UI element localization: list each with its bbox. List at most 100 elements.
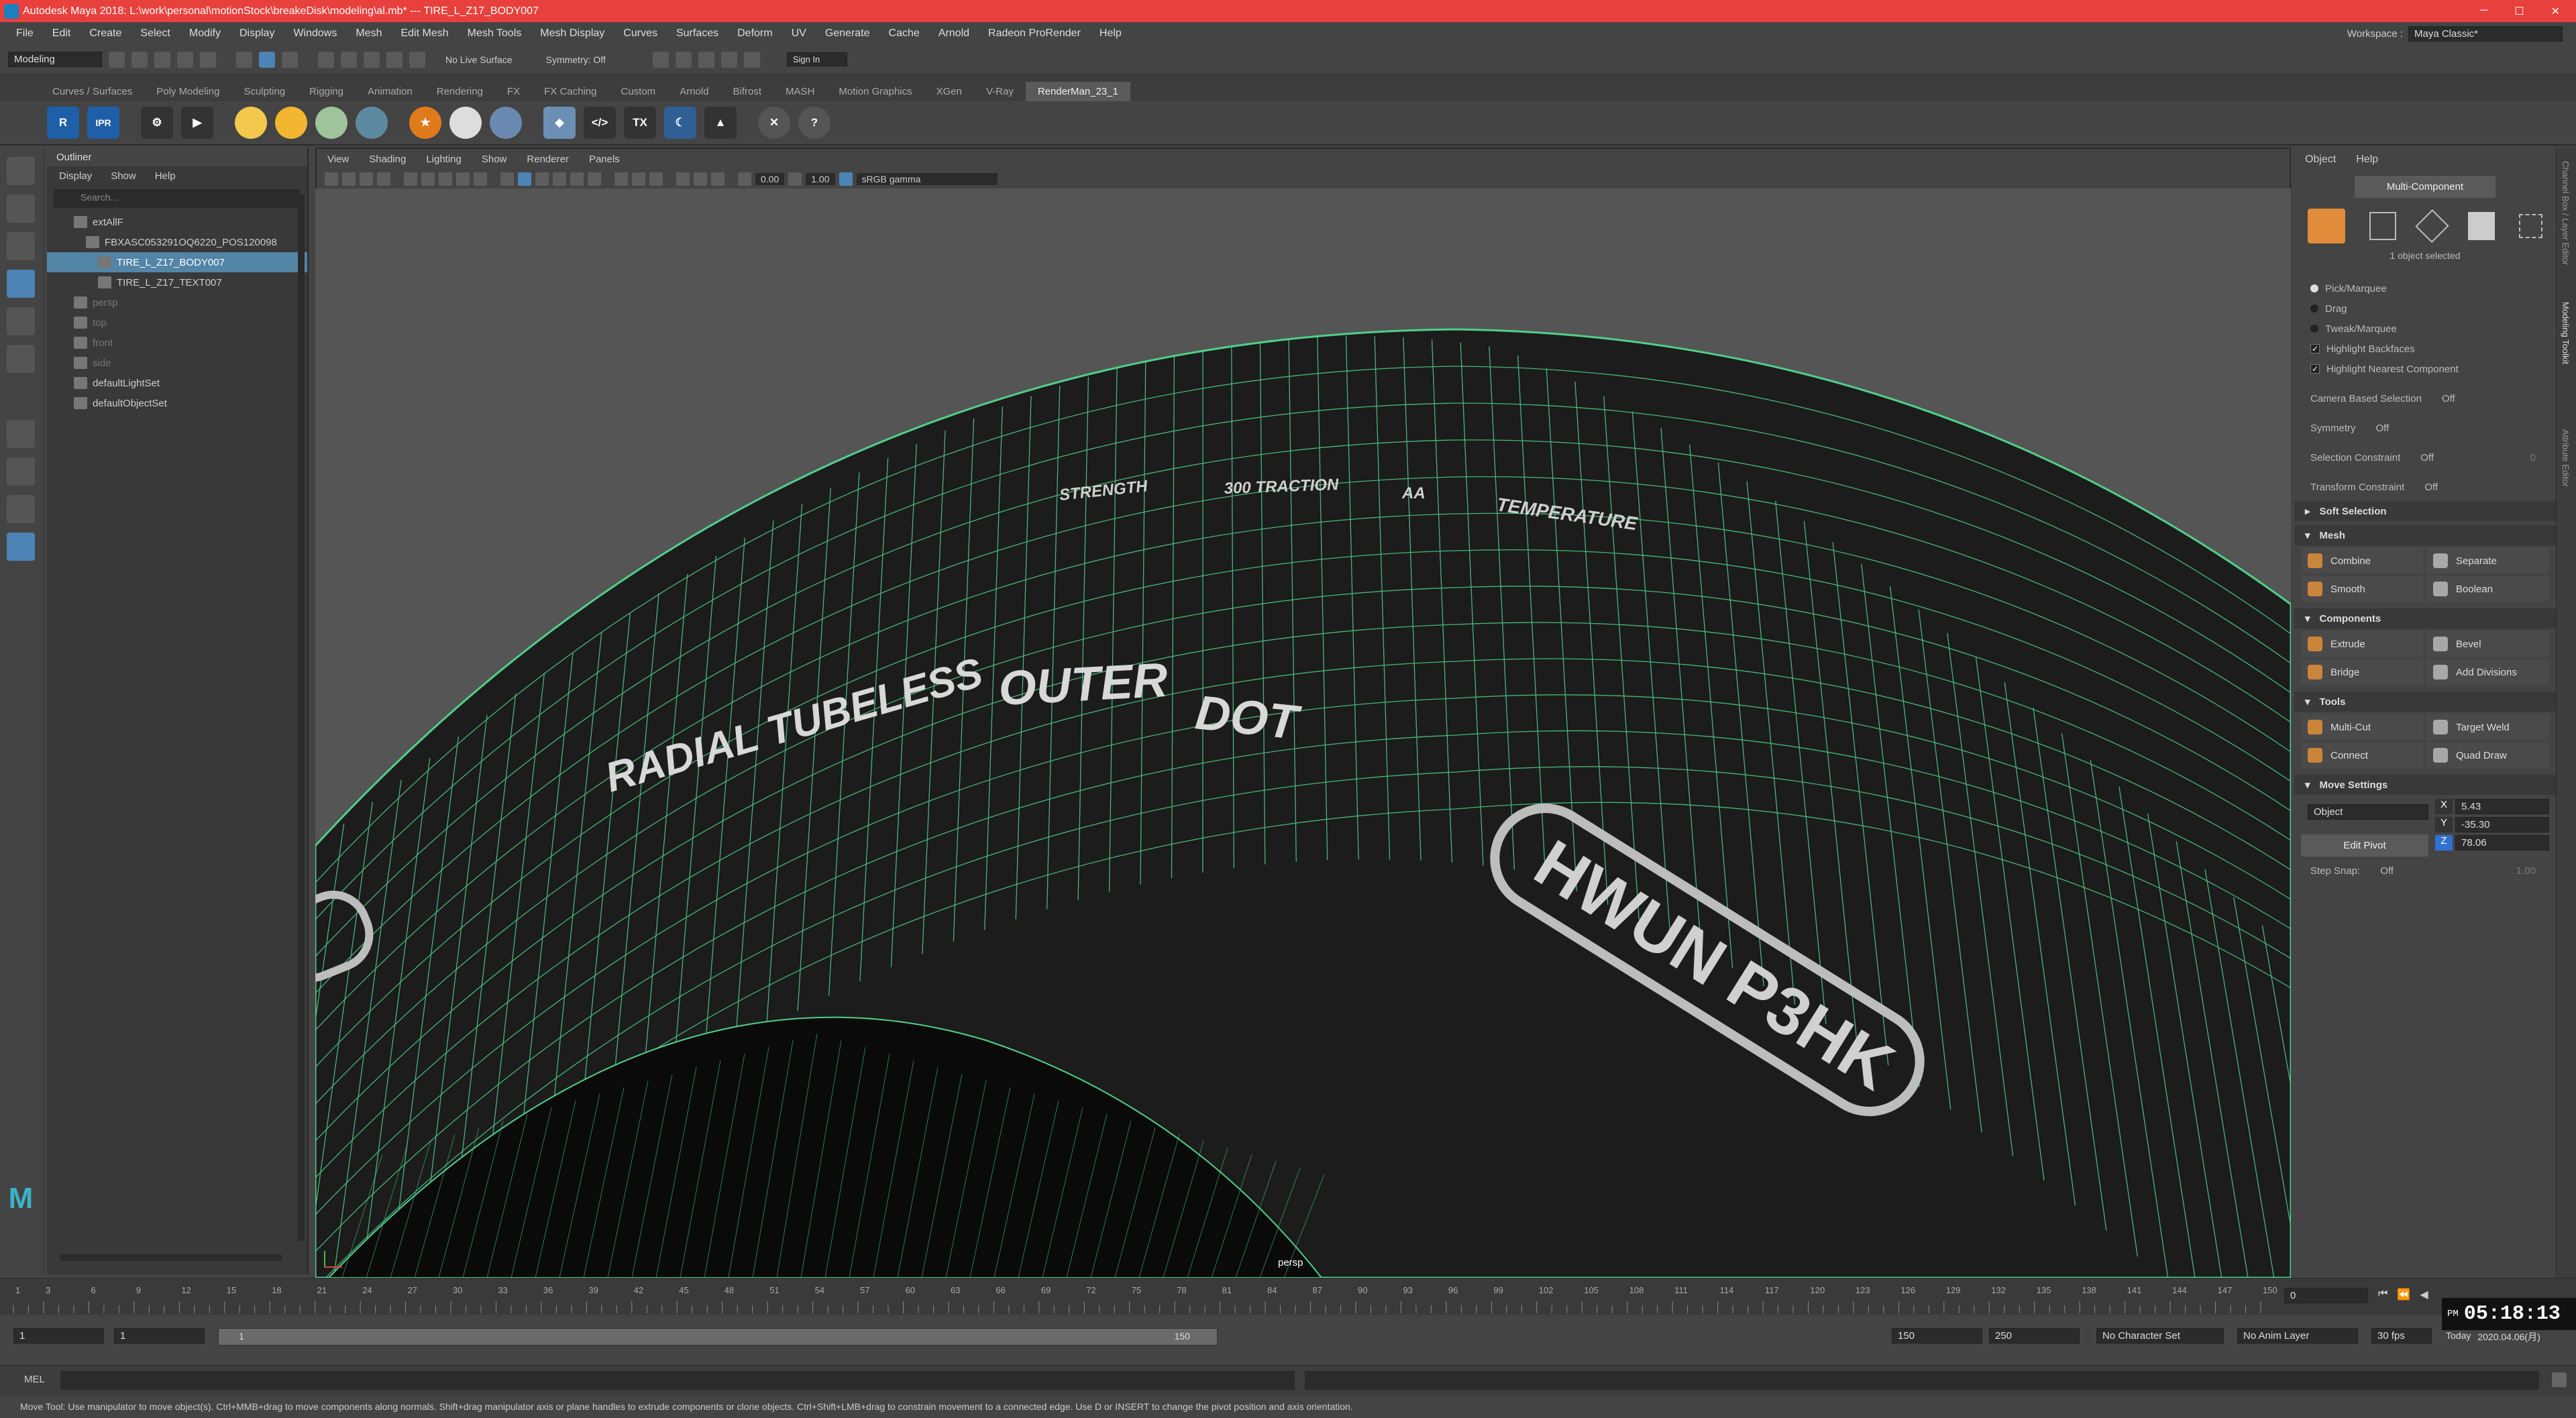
resolution-gate-icon[interactable] bbox=[439, 172, 452, 186]
shelf-tab-v-ray[interactable]: V-Ray bbox=[974, 82, 1026, 101]
go-to-start-icon[interactable]: ⏮ bbox=[2378, 1288, 2387, 1301]
shelf-tab-bifrost[interactable]: Bifrost bbox=[721, 82, 774, 101]
menu-cache[interactable]: Cache bbox=[879, 28, 929, 40]
character-set-dropdown[interactable]: No Character Set bbox=[2096, 1328, 2224, 1344]
side-tab-modeling-toolkit[interactable]: Modeling Toolkit bbox=[2561, 302, 2571, 364]
outliner-hscrollbar[interactable] bbox=[60, 1254, 282, 1261]
code-icon[interactable]: </> bbox=[584, 107, 616, 139]
sign-in-button[interactable]: Sign In bbox=[786, 52, 847, 66]
extrude-button[interactable]: Extrude bbox=[2301, 631, 2424, 657]
menu-file[interactable]: File bbox=[7, 28, 43, 40]
radio-icon[interactable] bbox=[2310, 325, 2318, 333]
lights-icon[interactable] bbox=[570, 172, 584, 186]
outliner-menu-show[interactable]: Show bbox=[111, 170, 136, 182]
outliner-item[interactable]: defaultLightSet bbox=[47, 373, 307, 393]
soft-selection-section[interactable]: ▸ Soft Selection bbox=[2294, 501, 2556, 521]
close-icon[interactable]: ✕ bbox=[2551, 5, 2560, 18]
mesh-section[interactable]: ▾ Mesh bbox=[2294, 525, 2556, 545]
separate-button[interactable]: Separate bbox=[2426, 548, 2549, 574]
textured-icon[interactable] bbox=[553, 172, 566, 186]
menu-radeon-prorender[interactable]: Radeon ProRender bbox=[979, 28, 1090, 40]
grid-icon[interactable] bbox=[404, 172, 417, 186]
undo-icon[interactable] bbox=[177, 51, 193, 68]
menu-edit-mesh[interactable]: Edit Mesh bbox=[391, 28, 458, 40]
hypershade-icon[interactable] bbox=[720, 51, 737, 68]
shelf-tab-curves-surfaces[interactable]: Curves / Surfaces bbox=[40, 82, 144, 101]
play-back-icon[interactable]: ◀ bbox=[2420, 1288, 2428, 1301]
target-weld-button[interactable]: Target Weld bbox=[2426, 714, 2549, 740]
gamma-icon[interactable] bbox=[788, 172, 802, 186]
transform-constraint-row[interactable]: Transform Constraint Off bbox=[2294, 477, 2556, 497]
single-view-icon[interactable] bbox=[7, 420, 35, 448]
shadows-icon[interactable] bbox=[588, 172, 601, 186]
snap-grid-icon[interactable] bbox=[318, 51, 334, 68]
select-hierarchy-icon[interactable] bbox=[236, 51, 252, 68]
menu-curves[interactable]: Curves bbox=[614, 28, 667, 40]
check-highlight-nearest-component[interactable]: ✓ Highlight Nearest Component bbox=[2294, 359, 2556, 379]
anim-end-field[interactable]: 250 bbox=[1989, 1328, 2080, 1344]
dome-light-icon[interactable] bbox=[315, 107, 347, 139]
checkbox-icon[interactable]: ✓ bbox=[2310, 364, 2320, 374]
vertex-mode-icon[interactable] bbox=[2369, 212, 2397, 240]
step-snap-num[interactable]: 1.00 bbox=[2516, 865, 2536, 877]
help-icon[interactable]: ? bbox=[798, 107, 830, 139]
outliner-item[interactable]: side bbox=[47, 353, 307, 373]
outliner-item[interactable]: front bbox=[47, 333, 307, 353]
rotate-tool-icon[interactable] bbox=[7, 307, 35, 335]
redo-icon[interactable] bbox=[200, 51, 216, 68]
shelf-tab-sculpting[interactable]: Sculpting bbox=[231, 82, 297, 101]
shelf-tab-poly-modeling[interactable]: Poly Modeling bbox=[144, 82, 231, 101]
move-y-field[interactable]: -35.30 bbox=[2455, 817, 2549, 832]
shelf-tab-fx-caching[interactable]: FX Caching bbox=[532, 82, 608, 101]
outliner-item[interactable]: TIRE_L_Z17_TEXT007 bbox=[47, 272, 307, 292]
snap-view-icon[interactable] bbox=[386, 51, 402, 68]
viewport-menu-panels[interactable]: Panels bbox=[589, 154, 620, 165]
menu-arnold[interactable]: Arnold bbox=[929, 28, 979, 40]
camera-based-selection-value[interactable]: Off bbox=[2442, 393, 2455, 404]
outliner-menu-display[interactable]: Display bbox=[59, 170, 92, 182]
side-tab-channel-box-layer-editor[interactable]: Channel Box / Layer Editor bbox=[2561, 161, 2571, 265]
step-back-icon[interactable]: ⏪ bbox=[2397, 1288, 2410, 1301]
script-editor-icon[interactable] bbox=[2552, 1372, 2567, 1387]
viewport-menu-lighting[interactable]: Lighting bbox=[426, 154, 462, 165]
exposure-icon[interactable] bbox=[738, 172, 751, 186]
save-scene-icon[interactable] bbox=[154, 51, 170, 68]
cube-icon[interactable]: ◆ bbox=[543, 107, 576, 139]
viewport-menu-show[interactable]: Show bbox=[482, 154, 507, 165]
snap-curve-icon[interactable] bbox=[341, 51, 357, 68]
move-z-field[interactable]: 78.06 bbox=[2455, 835, 2549, 851]
edge-mode-icon[interactable] bbox=[2415, 209, 2449, 243]
menu-edit[interactable]: Edit bbox=[43, 28, 80, 40]
xray-icon[interactable] bbox=[694, 172, 707, 186]
clapboard-icon[interactable]: ▶ bbox=[181, 107, 213, 139]
outliner-item[interactable]: TIRE_L_Z17_BODY007 bbox=[47, 252, 307, 272]
xray-joints-icon[interactable] bbox=[711, 172, 724, 186]
range-slider[interactable]: 1 150 bbox=[218, 1328, 1218, 1346]
default-material-icon[interactable] bbox=[535, 172, 549, 186]
field-chart-icon[interactable] bbox=[474, 172, 487, 186]
symmetry-setting-value[interactable]: Off bbox=[2376, 423, 2390, 434]
gate-mask-icon[interactable] bbox=[456, 172, 470, 186]
symmetry-label[interactable]: Symmetry: Off bbox=[546, 54, 606, 65]
viewport-scene[interactable]: STRENGTH 300 TRACTION AA TEMPERATURE RAD… bbox=[315, 188, 2291, 1278]
pick-option-pick-marquee[interactable]: Pick/Marquee bbox=[2294, 278, 2556, 298]
anim-start-field[interactable]: 1 bbox=[13, 1328, 104, 1344]
render-settings-icon[interactable] bbox=[698, 51, 714, 68]
add-divisions-button[interactable]: Add Divisions bbox=[2426, 659, 2549, 685]
transform-constraint-value[interactable]: Off bbox=[2424, 482, 2438, 493]
shelf-tab-renderman-23-1[interactable]: RenderMan_23_1 bbox=[1025, 82, 1130, 101]
shelf-tab-xgen[interactable]: XGen bbox=[924, 82, 974, 101]
film-gate-icon[interactable] bbox=[421, 172, 435, 186]
snap-live-icon[interactable] bbox=[409, 51, 425, 68]
color-space-dropdown[interactable]: sRGB gamma bbox=[856, 172, 998, 185]
move-tool-icon[interactable] bbox=[7, 270, 35, 298]
ipr-render-icon[interactable] bbox=[675, 51, 692, 68]
playback-end-field[interactable]: 150 bbox=[1892, 1328, 1982, 1344]
exposure-field[interactable]: 0.00 bbox=[755, 172, 785, 185]
object-mode-icon[interactable] bbox=[2308, 209, 2345, 243]
multi-component-button[interactable]: Multi-Component bbox=[2355, 176, 2496, 198]
menu-generate[interactable]: Generate bbox=[816, 28, 879, 40]
radio-icon[interactable] bbox=[2310, 284, 2318, 292]
boolean-button[interactable]: Boolean bbox=[2426, 576, 2549, 602]
smooth-shade-icon[interactable] bbox=[518, 172, 531, 186]
